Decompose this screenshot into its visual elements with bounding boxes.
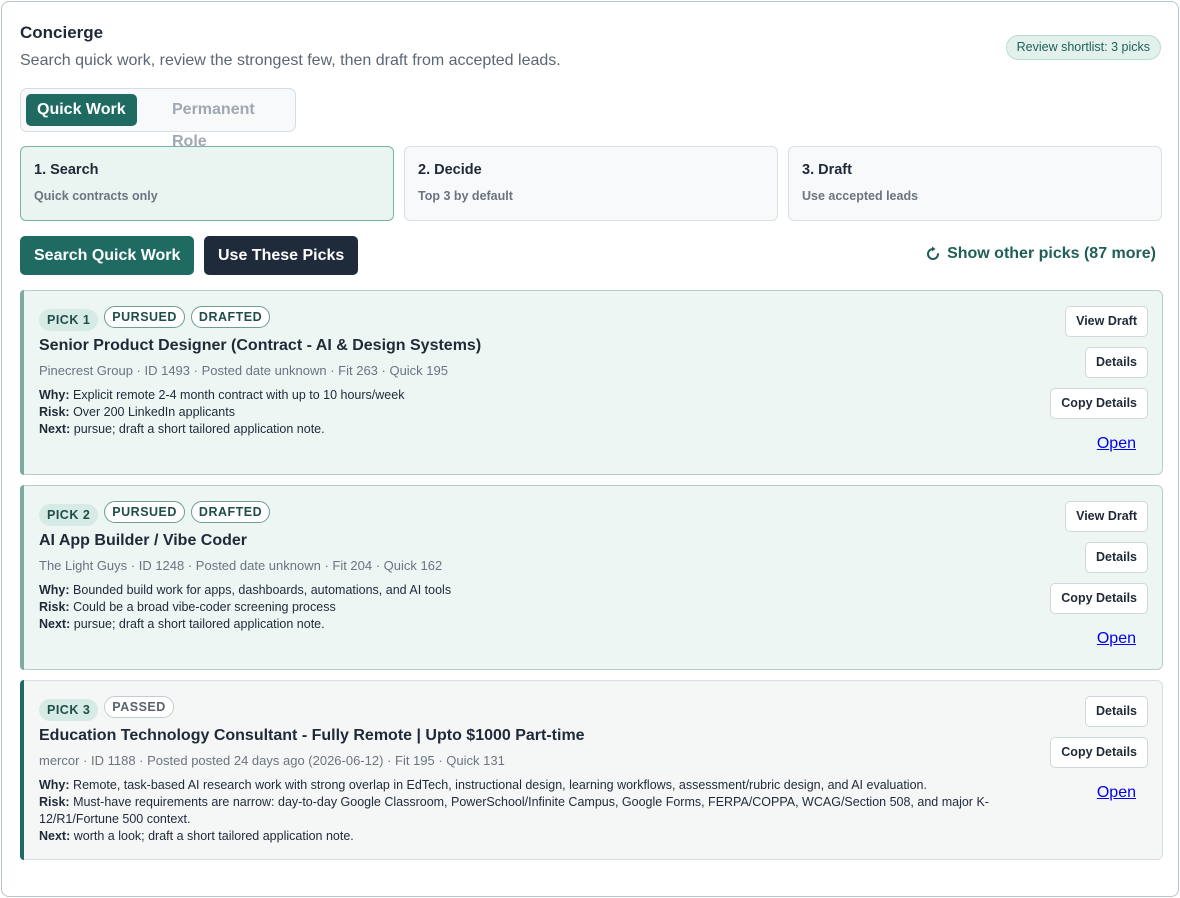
- use-these-picks-button[interactable]: Use These Picks: [204, 236, 359, 275]
- step-decide[interactable]: 2. Decide Top 3 by default: [404, 146, 778, 221]
- pick-next: Next: pursue; draft a short tailored app…: [39, 422, 325, 436]
- mode-permanent-role[interactable]: Permanent Role: [161, 94, 295, 150]
- concierge-panel: Concierge Search quick work, review the …: [1, 1, 1179, 897]
- step-desc: Quick contracts only: [34, 189, 158, 203]
- pick-risk: Risk: Could be a broad vibe-coder screen…: [39, 600, 336, 614]
- show-other-picks-label: Show other picks (87 more): [947, 245, 1156, 262]
- pick-title: Senior Product Designer (Contract - AI &…: [39, 337, 482, 354]
- status-badge-pursued: PURSUED: [104, 501, 185, 523]
- view-draft-button[interactable]: View Draft: [1065, 501, 1148, 532]
- details-button[interactable]: Details: [1085, 696, 1148, 727]
- pick-meta: Pinecrest Group · ID 1493 · Posted date …: [39, 363, 448, 378]
- status-badge-pursued: PURSUED: [104, 306, 185, 328]
- step-desc: Use accepted leads: [802, 189, 919, 203]
- show-other-picks-button[interactable]: Show other picks (87 more): [925, 245, 1156, 263]
- pick-title: Education Technology Consultant - Fully …: [39, 727, 585, 744]
- copy-details-button[interactable]: Copy Details: [1050, 388, 1148, 419]
- view-draft-button[interactable]: View Draft: [1065, 306, 1148, 337]
- pick-why: Why: Explicit remote 2-4 month contract …: [39, 388, 405, 402]
- copy-details-button[interactable]: Copy Details: [1050, 583, 1148, 614]
- pick-meta: mercor · ID 1188 · Posted posted 24 days…: [39, 753, 505, 768]
- pick-card-2: PICK 2 PURSUED DRAFTED AI App Builder / …: [20, 485, 1163, 670]
- copy-details-button[interactable]: Copy Details: [1050, 737, 1148, 768]
- status-badge-drafted: DRAFTED: [190, 306, 271, 328]
- step-title: 1. Search: [34, 162, 99, 178]
- pick-number-badge: PICK 3: [39, 699, 99, 721]
- step-search[interactable]: 1. Search Quick contracts only: [20, 146, 394, 221]
- step-title: 2. Decide: [418, 162, 482, 178]
- status-badge-passed: PASSED: [104, 696, 174, 718]
- mode-toggle: Quick Work Permanent Role: [20, 88, 296, 150]
- shortlist-badge: Review shortlist: 3 picks: [1005, 35, 1161, 60]
- pick-risk: Risk: Over 200 LinkedIn applicants: [39, 405, 235, 419]
- search-quick-work-button[interactable]: Search Quick Work: [20, 236, 195, 275]
- pick-meta: The Light Guys · ID 1248 · Posted date u…: [39, 558, 443, 573]
- details-button[interactable]: Details: [1085, 542, 1148, 573]
- open-link[interactable]: Open: [1097, 630, 1136, 648]
- pick-next: Next: pursue; draft a short tailored app…: [39, 617, 325, 631]
- mode-quick-work[interactable]: Quick Work: [26, 94, 137, 126]
- step-desc: Top 3 by default: [418, 189, 513, 203]
- open-link[interactable]: Open: [1097, 784, 1136, 802]
- details-button[interactable]: Details: [1085, 347, 1148, 378]
- pick-title: AI App Builder / Vibe Coder: [39, 532, 248, 549]
- pick-next: Next: worth a look; draft a short tailor…: [39, 829, 354, 843]
- page-title: Concierge: [20, 23, 104, 42]
- open-link[interactable]: Open: [1097, 435, 1136, 453]
- page-subtitle: Search quick work, review the strongest …: [20, 52, 561, 69]
- pick-risk: Risk: Must-have requirements are narrow:…: [39, 795, 989, 826]
- pick-card-1: PICK 1 PURSUED DRAFTED Senior Product De…: [20, 290, 1163, 475]
- pick-number-badge: PICK 2: [39, 504, 99, 526]
- step-draft[interactable]: 3. Draft Use accepted leads: [788, 146, 1162, 221]
- pick-why: Why: Remote, task-based AI research work…: [39, 778, 927, 792]
- pick-why: Why: Bounded build work for apps, dashbo…: [39, 583, 452, 597]
- pick-number-badge: PICK 1: [39, 309, 99, 331]
- status-badge-drafted: DRAFTED: [190, 501, 271, 523]
- pick-card-3: PICK 3 PASSED Education Technology Consu…: [20, 680, 1163, 860]
- step-title: 3. Draft: [802, 162, 852, 178]
- refresh-icon: [927, 246, 940, 260]
